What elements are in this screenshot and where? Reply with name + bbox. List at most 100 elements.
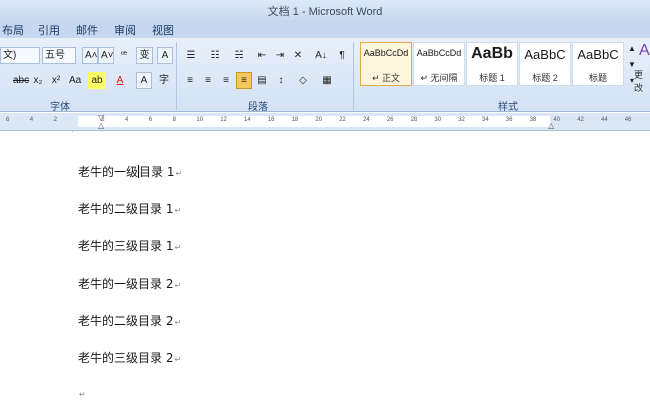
shrink-font-button[interactable]: A˅ xyxy=(98,47,114,64)
style-name: ↵ 正文 xyxy=(371,73,401,83)
sort-button[interactable]: A↓ xyxy=(312,47,330,64)
decrease-indent-button[interactable]: ⇤ xyxy=(254,47,270,64)
style-heading-1[interactable]: AaBb 标题 1 xyxy=(466,42,518,86)
paragraph-mark: ↵ xyxy=(175,169,183,178)
paragraph-text: 老牛的一级 xyxy=(78,165,139,179)
chinese-layout-button[interactable]: ✕ xyxy=(290,47,306,64)
document-page[interactable]: 老牛的一级目录 1↵ 老牛的二级目录 1↵ 老牛的三级目录 1↵ 老牛的一级目录… xyxy=(0,132,650,420)
style-no-spacing[interactable]: AaBbCcDd ↵ 无间隔 xyxy=(413,42,465,86)
paragraph-mark: ↵ xyxy=(174,318,182,327)
tab-layout[interactable]: 布局 xyxy=(2,22,24,38)
paragraph-text: 目录 1 xyxy=(139,165,175,179)
paragraph-mark: ↵ xyxy=(174,206,182,215)
ruler-tick-label: 44 xyxy=(601,117,608,123)
ruler-tick-label: 30 xyxy=(434,117,442,123)
grow-font-button[interactable]: A˄ xyxy=(82,47,98,64)
distributed-button[interactable]: ▤ xyxy=(254,72,270,89)
style-sample: AaBbCcDd xyxy=(363,48,409,58)
paragraph-mark: ↵ xyxy=(174,243,182,252)
ribbon-tabs: 布局 引用 邮件 审阅 视图 xyxy=(0,20,650,38)
strikethrough-button[interactable]: abc xyxy=(10,72,29,89)
style-sample: AaBbC xyxy=(577,47,619,62)
align-left-button[interactable]: ≡ xyxy=(182,72,198,89)
window-title: 文档 1 - Microsoft Word xyxy=(267,6,383,18)
ruler-tick-label: 6 xyxy=(6,117,10,123)
ruler-tick-label: 40 xyxy=(553,117,561,123)
tab-view[interactable]: 视图 xyxy=(152,22,174,38)
right-indent-icon[interactable]: △ xyxy=(548,121,554,130)
char-border-button[interactable]: A xyxy=(157,47,173,64)
ruler-tick-label: 10 xyxy=(196,117,204,123)
center-button[interactable]: ≡ xyxy=(200,72,216,89)
style-name: 标题 xyxy=(588,73,607,83)
font-color-button[interactable]: A xyxy=(112,72,128,89)
tab-mailings[interactable]: 邮件 xyxy=(76,22,98,38)
paragraph[interactable]: 老牛的三级目录 2↵ xyxy=(78,349,181,366)
paragraph[interactable]: ↵ xyxy=(78,386,86,400)
justify-button[interactable]: ≡ xyxy=(236,72,252,89)
font-name-combo[interactable]: 文) xyxy=(0,47,40,64)
tab-references[interactable]: 引用 xyxy=(38,22,60,38)
style-sample: AaBb xyxy=(471,45,513,62)
ruler-tick-label: 20 xyxy=(315,117,323,123)
ruler-tick-label: 34 xyxy=(482,117,489,123)
paragraph-mark: ↵ xyxy=(79,390,86,399)
font-group-label: 字体 xyxy=(50,102,70,113)
ruler-tick-label: 36 xyxy=(505,117,513,123)
ruler-tick-label: 14 xyxy=(244,117,251,123)
shading-button[interactable]: ◇ xyxy=(294,72,312,89)
highlight-color-button[interactable]: ab xyxy=(88,72,106,89)
hanging-indent-icon[interactable]: △ xyxy=(98,121,104,130)
ruler-tick-label: 28 xyxy=(410,117,418,123)
style-name: 标题 1 xyxy=(479,73,505,83)
group-divider xyxy=(176,42,177,110)
increase-indent-button[interactable]: ⇥ xyxy=(272,47,288,64)
phonetic-guide-button[interactable]: 变 xyxy=(136,47,153,64)
paragraph[interactable]: 老牛的一级目录 1↵ xyxy=(78,163,182,180)
subscript-button[interactable]: x₂ xyxy=(30,72,46,89)
align-right-button[interactable]: ≡ xyxy=(218,72,234,89)
style-heading-2[interactable]: AaBbC 标题 2 xyxy=(519,42,571,86)
paragraph-text: 老牛的二级目录 1 xyxy=(78,202,174,216)
ruler-tick-label: 2 xyxy=(53,117,57,123)
ruler-tick-label: 26 xyxy=(386,117,394,123)
paragraph[interactable]: 老牛的二级目录 2↵ xyxy=(78,312,181,329)
paragraph-mark: ↵ xyxy=(174,281,182,290)
line-spacing-button[interactable]: ↕ xyxy=(272,72,290,89)
show-marks-button[interactable]: ¶ xyxy=(334,47,350,64)
ruler-tick-label: 4 xyxy=(125,117,129,123)
multilevel-list-button[interactable]: ☵ xyxy=(230,47,248,64)
style-sample: AaBbCcDd xyxy=(416,48,462,58)
numbering-button[interactable]: ☷ xyxy=(206,47,224,64)
superscript-button[interactable]: x² xyxy=(48,72,64,89)
tab-review[interactable]: 审阅 xyxy=(114,22,136,38)
ruler-tick-label: 46 xyxy=(624,117,632,123)
paragraph-text: 老牛的一级目录 2 xyxy=(78,277,174,291)
ruler-tick-label: 16 xyxy=(267,117,275,123)
char-shading-button[interactable]: A xyxy=(136,72,152,89)
change-styles-icon[interactable]: A xyxy=(636,42,650,64)
ruler-tick-label: 42 xyxy=(577,117,584,123)
ruler-tick-label: 22 xyxy=(339,117,346,123)
paragraph[interactable]: 老牛的三级目录 1↵ xyxy=(78,237,181,254)
paragraph-mark: ↵ xyxy=(174,355,182,364)
styles-group-label: 样式 xyxy=(498,102,518,113)
style-normal[interactable]: AaBbCcDd ↵ 正文 xyxy=(360,42,412,86)
ruler-tick-label: 24 xyxy=(363,117,370,123)
title-bar: 文档 1 - Microsoft Word xyxy=(0,0,650,20)
paragraph[interactable]: 老牛的二级目录 1↵ xyxy=(78,200,181,217)
horizontal-ruler[interactable]: 6 4 2 2 4 6 8 10 12 14 16 18 20 22 24 26 28 30 32 34 36 38 40 4… xyxy=(0,113,650,131)
clear-format-icon[interactable]: ꟹ xyxy=(116,47,132,64)
change-case-button[interactable]: Aa xyxy=(66,72,84,89)
borders-button[interactable]: ▦ xyxy=(318,72,336,89)
style-title[interactable]: AaBbC 标题 xyxy=(572,42,624,86)
bullets-button[interactable]: ☰ xyxy=(182,47,200,64)
style-name: ↵ 无间隔 xyxy=(420,73,458,83)
ruler-tick-label: 12 xyxy=(220,117,227,123)
font-size-combo[interactable]: 五号 xyxy=(42,47,76,64)
ribbon: 文) 五号 A˄ A˅ ꟹ 变 A abc x₂ x² Aa ab A A 字 … xyxy=(0,38,650,113)
paragraph[interactable]: 老牛的一级目录 2↵ xyxy=(78,275,181,292)
change-styles-label[interactable]: 更改 xyxy=(634,68,650,94)
enclose-char-button[interactable]: 字 xyxy=(156,72,172,89)
paragraph-text: 老牛的二级目录 2 xyxy=(78,314,174,328)
